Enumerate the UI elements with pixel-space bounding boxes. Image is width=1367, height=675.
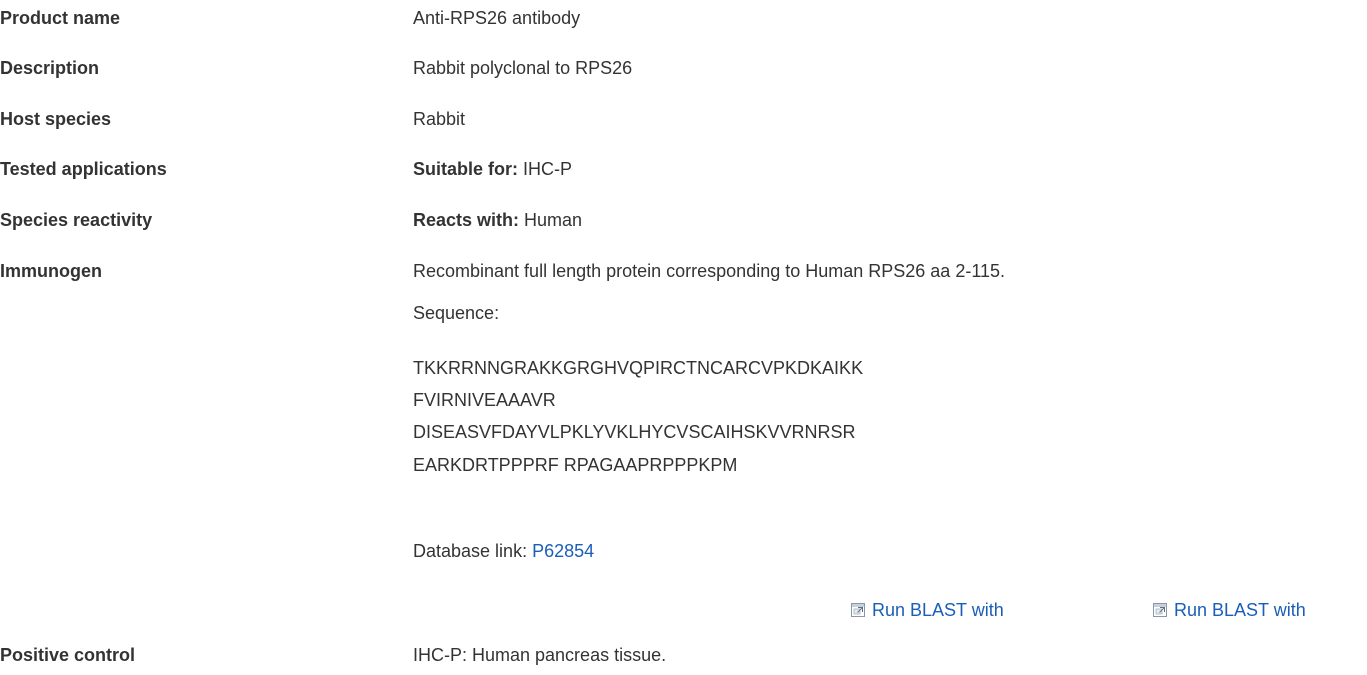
row-product-name: Product name Anti-RPS26 antibody (0, 8, 1367, 38)
row-positive-control: Positive control IHC-P: Human pancreas t… (0, 645, 1367, 675)
external-window-icon (1153, 601, 1167, 617)
species-reactivity-value: Reacts with: Human (413, 210, 582, 231)
immunogen-label: Immunogen (0, 261, 102, 281)
sequence-line: DISEASVFDAYVLPKLYVKLHYCVSCAIHSKVVRNRSR (413, 422, 856, 442)
immunogen-value: Recombinant full length protein correspo… (413, 261, 1006, 281)
sequence-line: FVIRNIVEAAAVR (413, 390, 556, 410)
run-blast-button-1[interactable]: Run BLAST with (851, 598, 1004, 622)
tested-applications-label: Tested applications (0, 159, 167, 179)
reacts-with-value: Human (524, 210, 583, 230)
database-link-label: Database link: (413, 541, 528, 561)
external-window-icon (851, 601, 865, 617)
row-description: Description Rabbit polyclonal to RPS26 (0, 58, 1367, 88)
sequence-label: Sequence: (413, 303, 500, 323)
database-link-p62854[interactable]: P62854 (532, 541, 594, 561)
positive-control-value: IHC-P: Human pancreas tissue. (413, 645, 667, 665)
run-blast-label: Run BLAST with (872, 599, 1004, 620)
sequence-line: EARKDRTPPPRF RPAGAAPRPPPKPM (413, 455, 738, 475)
description-label: Description (0, 58, 100, 78)
run-blast-label: Run BLAST with (1174, 599, 1306, 620)
suitable-for-value: IHC-P (523, 159, 573, 179)
product-name-value: Anti-RPS26 antibody (413, 8, 581, 28)
row-species-reactivity: Species reactivity Reacts with: Human (0, 210, 1367, 240)
positive-control-label: Positive control (0, 645, 136, 665)
row-host-species: Host species Rabbit (0, 109, 1367, 139)
host-species-label: Host species (0, 109, 112, 129)
suitable-for-label: Suitable for: (413, 159, 519, 179)
host-species-value: Rabbit (413, 109, 466, 129)
reacts-with-label: Reacts with: (413, 210, 520, 230)
row-immunogen: Immunogen Recombinant full length protei… (0, 261, 1367, 291)
database-link: Database link: P62854 (413, 541, 594, 562)
sequence-line: TKKRRNNGRAKKGRGHVQPIRCTNCARCVPKDKAIKK (413, 358, 864, 378)
run-blast-button-2[interactable]: Run BLAST with (1153, 598, 1306, 622)
species-reactivity-label: Species reactivity (0, 210, 153, 230)
row-tested-applications: Tested applications Suitable for: IHC-P (0, 159, 1367, 189)
tested-applications-value: Suitable for: IHC-P (413, 159, 572, 180)
product-name-label: Product name (0, 8, 121, 28)
description-value: Rabbit polyclonal to RPS26 (413, 58, 633, 78)
